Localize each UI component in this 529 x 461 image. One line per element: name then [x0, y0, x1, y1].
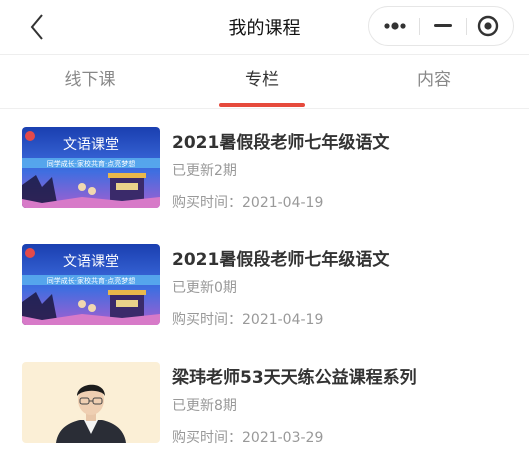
- course-thumbnail: 同学成长·家校共育·点亮梦想 文语课堂: [22, 244, 160, 325]
- purchase-time-label: 购买时间：: [172, 312, 242, 328]
- course-item[interactable]: 同学成长·家校共育·点亮梦想 文语课堂 2021暑假段老师七年级语文 已更新0期…: [0, 226, 529, 343]
- purchase-date: 2021-03-29: [242, 430, 324, 446]
- course-update-count: 已更新8期: [172, 398, 237, 414]
- navigation-bar: 我的课程: [0, 0, 529, 55]
- close-button[interactable]: [467, 7, 513, 45]
- tab-content[interactable]: 内容: [346, 55, 522, 107]
- purchase-time: 购买时间：2021-04-19: [172, 309, 323, 329]
- thumbnail-heading: 文语课堂: [63, 254, 119, 270]
- tab-offline-course[interactable]: 线下课: [2, 55, 178, 107]
- thumbnail-banner-text: 同学成长·家校共育·点亮梦想: [47, 276, 135, 285]
- thumbnail-heading: 文语课堂: [63, 137, 119, 153]
- active-tab-indicator: [219, 103, 305, 107]
- mini-program-capsule: [368, 6, 514, 46]
- minimize-button[interactable]: [420, 7, 466, 45]
- purchase-time: 购买时间：2021-04-19: [172, 192, 323, 212]
- course-title: 2021暑假段老师七年级语文: [172, 133, 390, 153]
- course-title: 梁玮老师53天天练公益课程系列: [172, 368, 417, 388]
- course-item[interactable]: 梁玮老师53天天练公益课程系列 已更新8期 购买时间：2021-03-29: [0, 344, 529, 461]
- tab-column[interactable]: 专栏: [174, 55, 350, 107]
- purchase-date: 2021-04-19: [242, 195, 324, 211]
- course-title: 2021暑假段老师七年级语文: [172, 250, 390, 270]
- purchase-time: 购买时间：2021-03-29: [172, 427, 323, 447]
- course-thumbnail: [22, 362, 160, 443]
- purchase-time-label: 购买时间：: [172, 430, 242, 446]
- thumbnail-banner-text: 同学成长·家校共育·点亮梦想: [47, 159, 135, 168]
- course-update-count: 已更新2期: [172, 163, 237, 179]
- minimize-icon: [434, 24, 452, 27]
- purchase-time-label: 购买时间：: [172, 195, 242, 211]
- purchase-date: 2021-04-19: [242, 312, 324, 328]
- course-item[interactable]: 同学成长·家校共育·点亮梦想 文语课堂 2021暑假段老师七年级语文 已更新2期…: [0, 109, 529, 226]
- more-dots-icon: [384, 22, 406, 30]
- course-update-count: 已更新0期: [172, 280, 237, 296]
- close-target-icon: [477, 15, 499, 37]
- more-button[interactable]: [369, 7, 419, 45]
- tab-bar: 线下课 专栏 内容: [0, 55, 529, 109]
- course-thumbnail: 同学成长·家校共育·点亮梦想 文语课堂: [22, 127, 160, 208]
